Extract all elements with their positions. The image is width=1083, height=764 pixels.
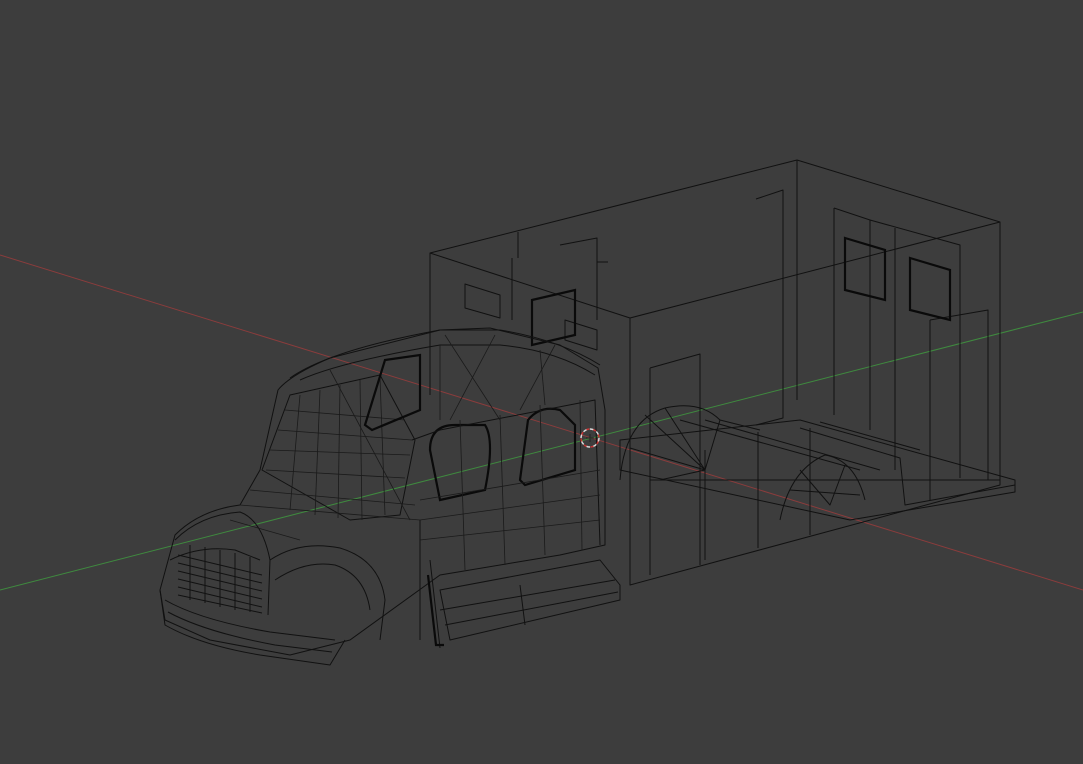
grille bbox=[177, 545, 263, 614]
x-axis-line bbox=[0, 254, 1083, 591]
3d-viewport[interactable] bbox=[0, 0, 1083, 764]
viewport-canvas[interactable] bbox=[0, 0, 1083, 764]
ambulance-cab-mesh[interactable] bbox=[159, 327, 621, 666]
chassis-frame[interactable] bbox=[619, 405, 1016, 521]
cab-side-mesh bbox=[229, 334, 556, 541]
scene-axes bbox=[0, 254, 1083, 591]
ambulance-box-body[interactable] bbox=[429, 159, 1001, 586]
